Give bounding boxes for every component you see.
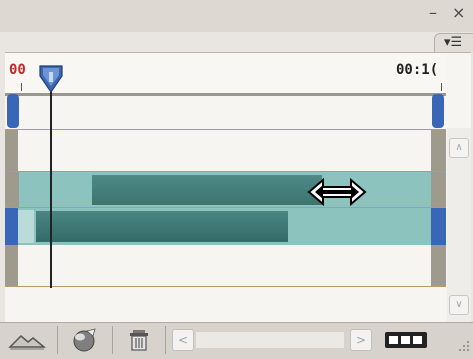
track-gutter-right	[431, 130, 446, 171]
toolbar-separator	[57, 326, 58, 354]
ruler-end-label: 00:1(	[396, 62, 439, 78]
zoom-mountain-icon[interactable]	[7, 327, 47, 353]
playhead-marker-icon[interactable]	[38, 64, 64, 94]
track-gutter-left	[5, 245, 18, 286]
clip-track-1-gutter	[5, 172, 19, 207]
scroll-right-button[interactable]: >	[350, 329, 372, 351]
trash-icon[interactable]	[124, 327, 154, 353]
track-separator	[5, 129, 446, 130]
resize-grip-icon[interactable]	[455, 338, 471, 354]
ruler-tick	[441, 83, 442, 91]
clip-1-body[interactable]	[92, 175, 322, 205]
clip-2-edge	[18, 210, 34, 243]
horizontal-resize-cursor-icon	[307, 178, 367, 206]
panel-menu-button[interactable]: ▾☰	[434, 33, 473, 53]
time-ruler[interactable]	[5, 53, 447, 93]
clip-2-body[interactable]	[36, 211, 288, 242]
ruler-start-label: 00	[9, 62, 26, 78]
clip-2-in-handle[interactable]	[5, 208, 18, 245]
track-gutter-left	[5, 130, 18, 171]
render-sphere-icon[interactable]	[68, 327, 102, 353]
scroll-down-button[interactable]: ∨	[449, 295, 469, 315]
track-separator	[5, 286, 446, 287]
toolbar-separator	[165, 326, 166, 354]
close-button[interactable]: ×	[452, 3, 465, 22]
work-area-bar[interactable]	[5, 93, 446, 96]
clip-track-1-gutter-right	[431, 172, 446, 207]
clip-2-out-handle[interactable]	[431, 208, 446, 245]
work-area-start-handle[interactable]	[7, 94, 19, 128]
ruler-tick	[21, 83, 22, 91]
track-gutter-right	[431, 245, 446, 286]
horizontal-scrollbar[interactable]	[196, 332, 344, 348]
playhead-line	[50, 88, 52, 288]
scroll-up-button[interactable]: ∧	[449, 138, 469, 158]
panel-menu-icon: ▾☰	[444, 35, 463, 50]
work-area-end-handle[interactable]	[432, 94, 444, 128]
scroll-left-button[interactable]: <	[172, 329, 194, 351]
panel-header	[0, 0, 473, 32]
minimize-button[interactable]: –	[429, 3, 437, 22]
toolbar-separator	[112, 326, 113, 354]
film-frames-icon[interactable]	[384, 329, 428, 351]
